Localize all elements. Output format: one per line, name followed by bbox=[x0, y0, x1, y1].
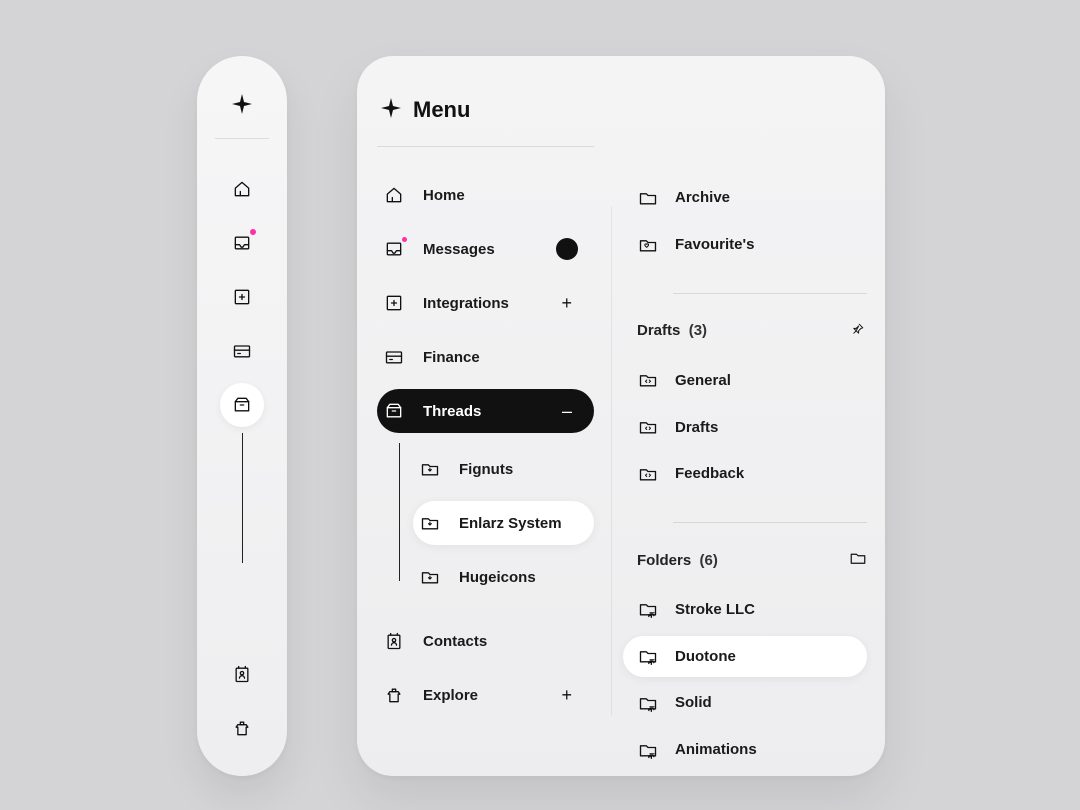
divider bbox=[215, 138, 269, 139]
notification-dot bbox=[250, 229, 256, 235]
folder-stroke-llc[interactable]: Stroke LLC bbox=[637, 589, 867, 630]
package-icon bbox=[383, 401, 405, 421]
divider bbox=[673, 293, 867, 294]
nav-label: Duotone bbox=[675, 648, 736, 665]
thread-item-fignuts[interactable]: Fignuts bbox=[413, 447, 594, 491]
section-title: Folders bbox=[637, 552, 691, 569]
nav-label: Archive bbox=[675, 189, 730, 206]
draft-drafts[interactable]: Drafts bbox=[637, 407, 867, 448]
rail-integrations[interactable] bbox=[220, 275, 264, 319]
folder-list-icon bbox=[637, 599, 659, 619]
collapse-icon[interactable]: – bbox=[556, 400, 578, 422]
folder-list-icon bbox=[637, 693, 659, 713]
section-title: Drafts bbox=[637, 322, 680, 339]
sparkle-icon bbox=[230, 92, 254, 120]
nav-label: Finance bbox=[423, 349, 480, 366]
nav-explore[interactable]: Explore + bbox=[377, 673, 594, 717]
folder-list-icon bbox=[637, 740, 659, 760]
nav-messages[interactable]: Messages 2 bbox=[377, 227, 594, 271]
unread-badge: 2 bbox=[556, 238, 578, 260]
section-count: (3) bbox=[689, 322, 707, 339]
rail-finance[interactable] bbox=[220, 329, 264, 373]
menu-title-row: Menu bbox=[377, 96, 594, 124]
explore-icon bbox=[383, 685, 405, 705]
add-icon[interactable]: + bbox=[555, 684, 578, 706]
nav-archive[interactable]: Archive bbox=[637, 177, 867, 218]
folder-icon bbox=[637, 188, 659, 208]
sparkle-icon bbox=[379, 96, 401, 124]
inbox-icon bbox=[383, 239, 405, 259]
rail-tree-line bbox=[242, 433, 243, 563]
thread-item-hugeicons[interactable]: Hugeicons bbox=[413, 555, 594, 599]
menu-panel: Menu Home Messages 2 Integrations + Fina… bbox=[357, 56, 885, 776]
nav-label: Messages bbox=[423, 241, 495, 258]
rail-threads[interactable] bbox=[220, 383, 264, 427]
menu-secondary-column: Archive Favourite's Drafts (3) General D… bbox=[613, 56, 885, 776]
notification-dot bbox=[402, 237, 407, 242]
nav-label: Favourite's bbox=[675, 236, 754, 253]
threads-children: Fignuts Enlarz System Hugeicons bbox=[377, 443, 594, 609]
folder-arrow-icon bbox=[419, 513, 441, 533]
nav-label: Enlarz System bbox=[459, 515, 562, 532]
nav-favourites[interactable]: Favourite's bbox=[637, 224, 867, 265]
thread-item-enlarz[interactable]: Enlarz System bbox=[413, 501, 594, 545]
nav-home[interactable]: Home bbox=[377, 173, 594, 217]
menu-title: Menu bbox=[413, 97, 470, 123]
folder-icon[interactable] bbox=[849, 549, 867, 571]
nav-integrations[interactable]: Integrations + bbox=[377, 281, 594, 325]
nav-label: Drafts bbox=[675, 419, 718, 436]
section-folders-header[interactable]: Folders (6) bbox=[637, 549, 867, 571]
draft-feedback[interactable]: Feedback bbox=[637, 453, 867, 494]
rail-explore[interactable] bbox=[220, 706, 264, 750]
folder-arrow-icon bbox=[419, 567, 441, 587]
nav-label: Fignuts bbox=[459, 461, 513, 478]
nav-label: Solid bbox=[675, 694, 712, 711]
nav-label: Contacts bbox=[423, 633, 487, 650]
divider bbox=[673, 522, 867, 523]
nav-label: Hugeicons bbox=[459, 569, 536, 586]
nav-label: Feedback bbox=[675, 465, 744, 482]
draft-general[interactable]: General bbox=[637, 360, 867, 401]
rail-contacts[interactable] bbox=[220, 652, 264, 696]
nav-finance[interactable]: Finance bbox=[377, 335, 594, 379]
folder-code-icon bbox=[637, 464, 659, 484]
folder-arrow-icon bbox=[419, 459, 441, 479]
contacts-icon bbox=[383, 631, 405, 651]
folder-solid[interactable]: Solid bbox=[637, 683, 867, 724]
add-icon[interactable]: + bbox=[555, 292, 578, 314]
home-icon bbox=[383, 185, 405, 205]
rail-messages[interactable] bbox=[220, 221, 264, 265]
rail-home[interactable] bbox=[220, 167, 264, 211]
folder-code-icon bbox=[637, 370, 659, 390]
nav-threads[interactable]: Threads – bbox=[377, 389, 594, 433]
folder-code-icon bbox=[637, 417, 659, 437]
nav-label: Threads bbox=[423, 403, 481, 420]
nav-contacts[interactable]: Contacts bbox=[377, 619, 594, 663]
nav-label: Integrations bbox=[423, 295, 509, 312]
folder-heart-icon bbox=[637, 235, 659, 255]
icon-rail bbox=[197, 56, 287, 776]
nav-label: Stroke LLC bbox=[675, 601, 755, 618]
nav-label: General bbox=[675, 372, 731, 389]
nav-label: Animations bbox=[675, 741, 757, 758]
section-drafts-header[interactable]: Drafts (3) bbox=[637, 320, 867, 342]
nav-label: Home bbox=[423, 187, 465, 204]
folder-animations[interactable]: Animations bbox=[637, 729, 867, 770]
credit-card-icon bbox=[383, 347, 405, 367]
pin-icon[interactable] bbox=[849, 320, 867, 342]
folder-list-icon bbox=[637, 646, 659, 666]
menu-primary-column: Menu Home Messages 2 Integrations + Fina… bbox=[357, 56, 613, 776]
plus-square-icon bbox=[383, 293, 405, 313]
nav-label: Explore bbox=[423, 687, 478, 704]
section-count: (6) bbox=[700, 552, 718, 569]
divider bbox=[377, 146, 594, 147]
folder-duotone[interactable]: Duotone bbox=[623, 636, 867, 677]
